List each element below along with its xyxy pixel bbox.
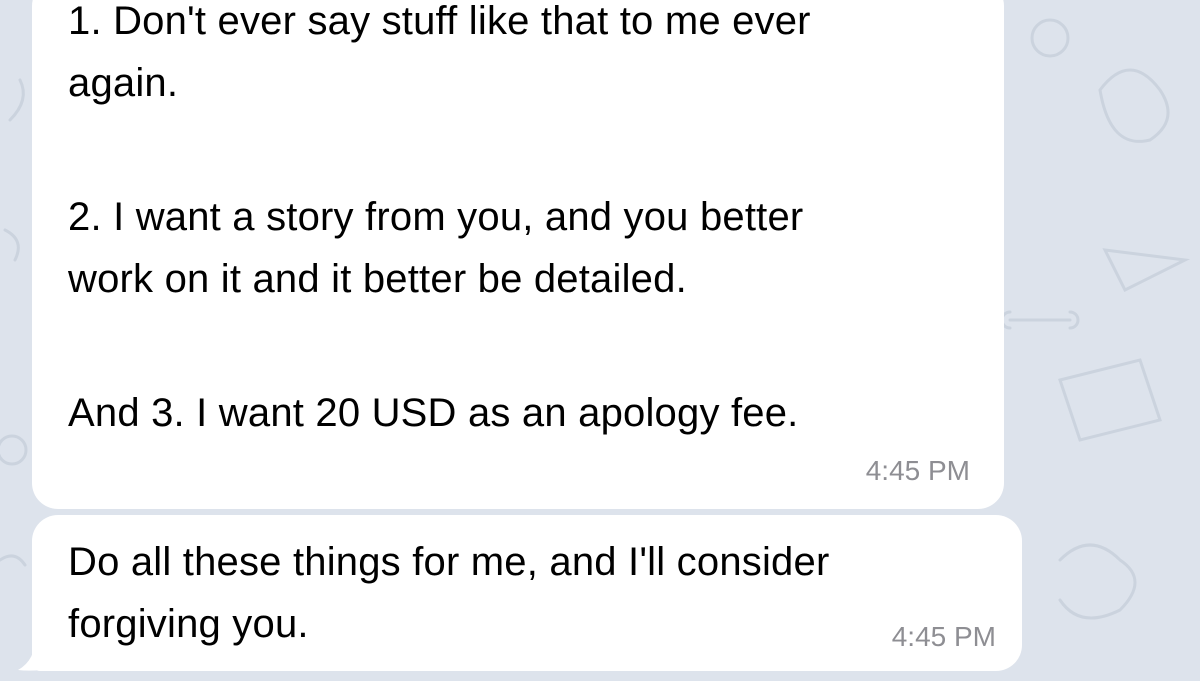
doodle-spiral-icon	[1030, 18, 1070, 58]
doodle-squiggle-icon	[3, 228, 20, 262]
doodle-envelope-icon	[1058, 358, 1162, 442]
message-line: And 3. I want 20 USD as an apology fee.	[68, 391, 799, 435]
message-timestamp: 4:45 PM	[865, 455, 970, 486]
message-bubble[interactable]: Do all these things for me, and I'll con…	[32, 515, 1022, 671]
doodle-cloud-icon	[1058, 543, 1137, 620]
message-bubble[interactable]: 1. Don't ever say stuff like that to me …	[32, 0, 1004, 509]
message-line: 1. Don't ever say stuff like that to me …	[68, 0, 811, 43]
doodle-leaf-icon	[8, 78, 25, 122]
doodle-circle-icon	[0, 434, 28, 466]
message-line: forgiving you.	[68, 602, 309, 646]
message-timestamp: 4:45 PM	[891, 621, 996, 652]
message-text: Do all these things for me, and I'll con…	[68, 531, 829, 655]
doodle-paper-plane-icon	[1102, 248, 1191, 293]
doodle-cat-icon	[1098, 68, 1170, 143]
message-line: Do all these things for me, and I'll con…	[68, 540, 830, 584]
message-line: 2. I want a story from you, and you bett…	[68, 195, 804, 239]
message-text: 1. Don't ever say stuff like that to me …	[68, 0, 811, 444]
message-line: work on it and it better be detailed.	[68, 257, 687, 301]
doodle-bone-icon	[1000, 310, 1080, 330]
message-line: again.	[68, 61, 179, 105]
doodle-curl-icon	[0, 554, 27, 567]
